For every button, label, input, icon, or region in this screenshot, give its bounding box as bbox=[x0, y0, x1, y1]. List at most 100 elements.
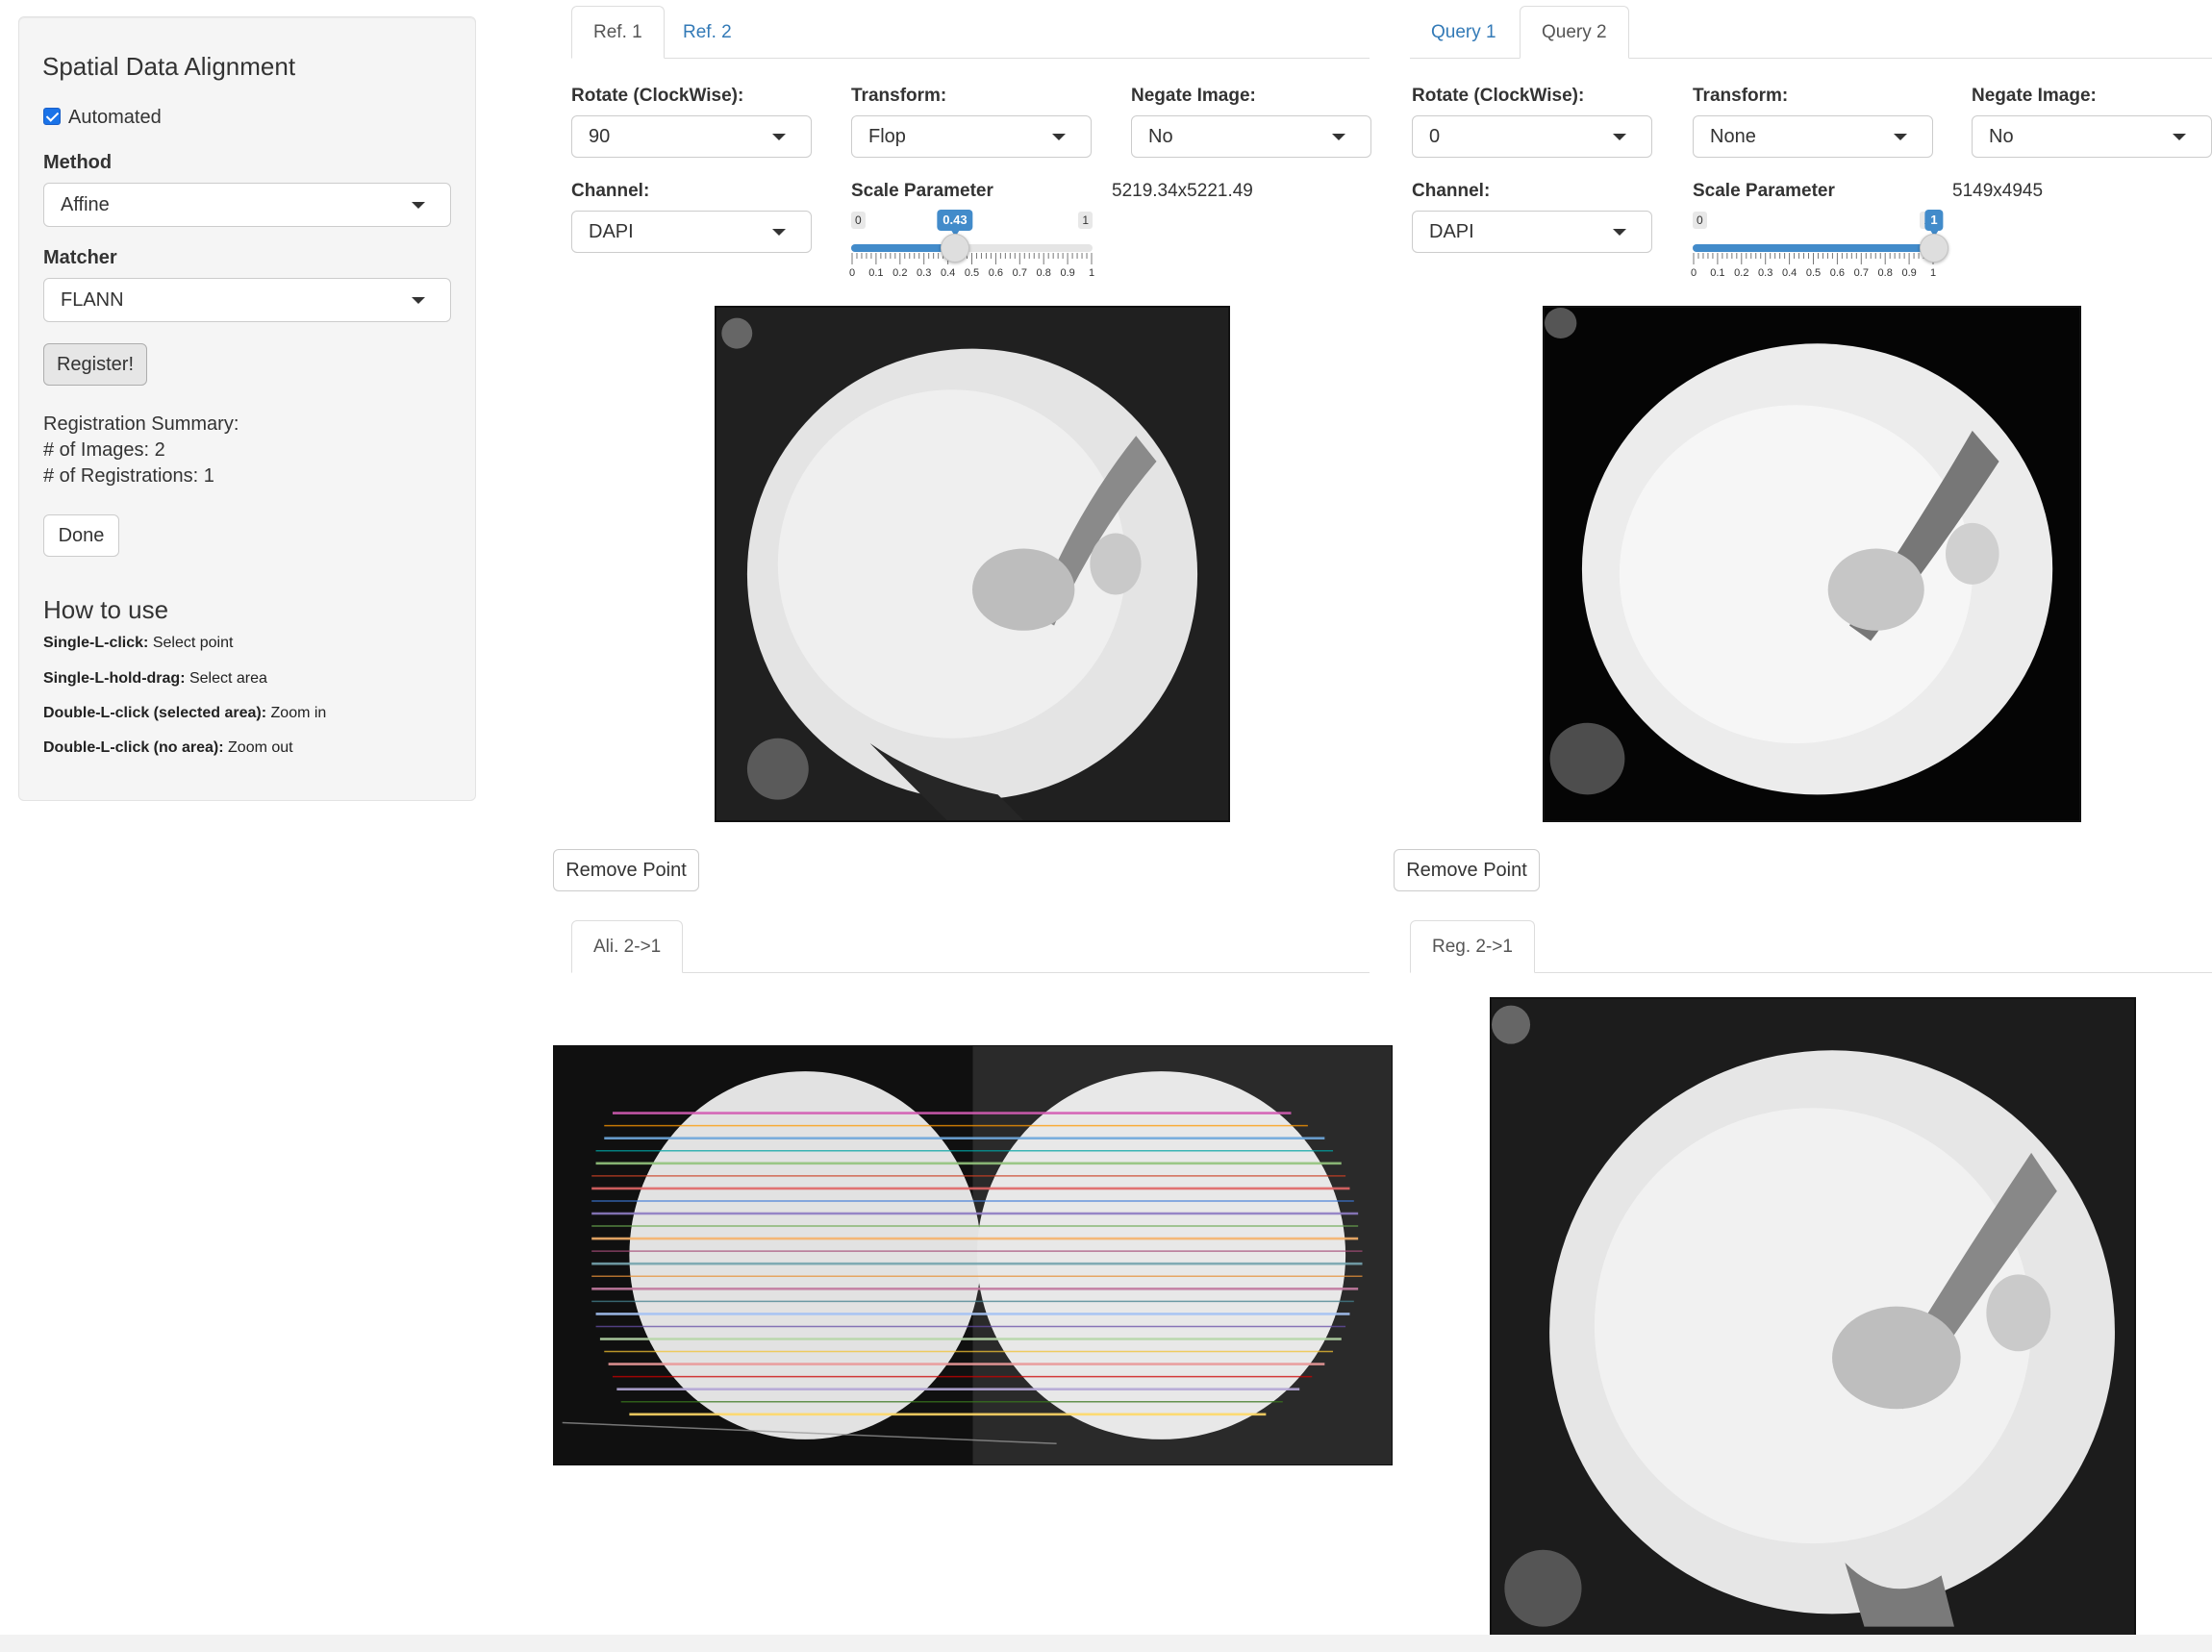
alignment-matches-image[interactable] bbox=[553, 1045, 1393, 1465]
ref-tissue-image[interactable] bbox=[715, 306, 1230, 822]
slider-grid-label: 0.1 bbox=[868, 267, 884, 279]
tab-registration[interactable]: Reg. 2->1 bbox=[1410, 920, 1535, 973]
ref-scale-label: Scale Parameter bbox=[851, 181, 993, 201]
app-title: Spatial Data Alignment bbox=[42, 52, 296, 81]
slider-grid-label: 0.2 bbox=[892, 267, 908, 279]
done-button[interactable]: Done bbox=[43, 514, 119, 557]
slider-min-label: 0 bbox=[851, 212, 866, 229]
chevron-down-icon bbox=[772, 134, 786, 140]
query-negate-value: No bbox=[1989, 125, 2014, 147]
ref-rotate-select[interactable]: 90 bbox=[571, 115, 812, 158]
slider-grid-label: 0.3 bbox=[1758, 267, 1773, 279]
chevron-down-icon bbox=[412, 297, 425, 304]
slider-grid-label: 0.9 bbox=[1060, 267, 1075, 279]
query-transform-label: Transform: bbox=[1693, 86, 1789, 106]
chevron-down-icon bbox=[1613, 229, 1626, 236]
chevron-down-icon bbox=[1052, 134, 1066, 140]
slider-grid-label: 0.2 bbox=[1734, 267, 1749, 279]
slider-grid-label: 1 bbox=[1088, 267, 1095, 279]
summary-registrations: # of Registrations: 1 bbox=[43, 465, 214, 487]
ref-rotate-label: Rotate (ClockWise): bbox=[571, 86, 744, 106]
tab-query-2[interactable]: Query 2 bbox=[1520, 6, 1629, 59]
query-tissue-image[interactable] bbox=[1543, 306, 2081, 822]
matcher-select[interactable]: FLANN bbox=[43, 278, 451, 322]
ref-negate-select[interactable]: No bbox=[1131, 115, 1371, 158]
slider-grid-label: 0.6 bbox=[1829, 267, 1846, 279]
slider-grid-label: 0.6 bbox=[988, 267, 1004, 279]
how-to-item: Double-L-click (selected area): Zoom in bbox=[43, 705, 327, 721]
method-select[interactable]: Affine bbox=[43, 183, 451, 227]
registered-tissue-image[interactable] bbox=[1490, 997, 2136, 1641]
query-tissue-graphic bbox=[1545, 308, 2079, 820]
slider-grid-label: 0.8 bbox=[1877, 267, 1893, 279]
query-channel-label: Channel: bbox=[1412, 181, 1491, 201]
slider-value-label: 1 bbox=[1924, 210, 1944, 237]
query-channel-select[interactable]: DAPI bbox=[1412, 211, 1652, 253]
query-rotate-label: Rotate (ClockWise): bbox=[1412, 86, 1585, 106]
query-scale-label: Scale Parameter bbox=[1693, 181, 1835, 201]
automated-label[interactable]: Automated bbox=[68, 107, 162, 129]
tab-alignment[interactable]: Ali. 2->1 bbox=[571, 920, 684, 973]
method-value: Affine bbox=[61, 193, 110, 215]
slider-grid-label: 0 bbox=[1690, 267, 1697, 279]
slider-grid-label: 0.7 bbox=[1853, 267, 1869, 279]
slider-grid-label: 0.8 bbox=[1036, 267, 1051, 279]
query-rotate-value: 0 bbox=[1429, 125, 1441, 147]
slider-grid-label: 0.3 bbox=[917, 267, 932, 279]
slider-grid-labels: 0 0.1 0.2 0.3 0.4 0.5 0.6 0.7 0.8 0.9 1 bbox=[1690, 267, 1937, 281]
ref-transform-select[interactable]: Flop bbox=[851, 115, 1092, 158]
query-negate-select[interactable]: No bbox=[1972, 115, 2212, 158]
slider-min-label: 0 bbox=[1693, 212, 1707, 229]
ref-channel-label: Channel: bbox=[571, 181, 650, 201]
slider-fill bbox=[1693, 244, 1934, 252]
query-channel-value: DAPI bbox=[1429, 220, 1474, 242]
ref-rotate-value: 90 bbox=[589, 125, 611, 147]
matcher-value: FLANN bbox=[61, 288, 124, 311]
chevron-down-icon bbox=[2173, 134, 2186, 140]
ref-dimensions: 5219.34x5221.49 bbox=[1112, 181, 1253, 201]
query-transform-select[interactable]: None bbox=[1693, 115, 1933, 158]
ref-remove-point-button[interactable]: Remove Point bbox=[553, 849, 699, 891]
slider-fill bbox=[851, 244, 955, 252]
query-rotate-select[interactable]: 0 bbox=[1412, 115, 1652, 158]
ref-channel-value: DAPI bbox=[589, 220, 634, 242]
ref-tissue-graphic bbox=[716, 308, 1228, 820]
slider-ticks bbox=[1693, 253, 1934, 264]
alignment-matches-graphic bbox=[554, 1046, 1392, 1464]
slider-grid-label: 0 bbox=[848, 267, 856, 279]
registration-summary: Registration Summary: # of Images: 2 # o… bbox=[43, 412, 239, 489]
register-button[interactable]: Register! bbox=[43, 343, 147, 386]
automated-checkbox[interactable] bbox=[43, 108, 61, 125]
how-to-item: Single-L-click: Select point bbox=[43, 635, 234, 651]
ref-scale-slider[interactable]: 0 1 0.43 0 0.1 0.2 0.3 0.4 0.5 0.6 0.7 0.8 0.9 1 bbox=[848, 210, 1095, 288]
ref-channel-select[interactable]: DAPI bbox=[571, 211, 812, 253]
query-scale-slider[interactable]: 0 1 1 0 0.1 0.2 0.3 0.4 0.5 0.6 0.7 0.8 0.9 1 bbox=[1690, 210, 1948, 288]
slider-handle[interactable] bbox=[940, 234, 969, 263]
page-bottom-edge bbox=[0, 1635, 2212, 1652]
tab-ref-1[interactable]: Ref. 1 bbox=[571, 6, 665, 59]
tab-query-1[interactable]: Query 1 bbox=[1410, 6, 1518, 59]
how-to-item: Double-L-click (no area): Zoom out bbox=[43, 739, 293, 756]
chevron-down-icon bbox=[1613, 134, 1626, 140]
chevron-down-icon bbox=[1332, 134, 1345, 140]
chevron-down-icon bbox=[772, 229, 786, 236]
slider-max-label: 1 bbox=[1078, 212, 1093, 229]
matcher-label: Matcher bbox=[43, 247, 117, 268]
slider-grid-label: 1 bbox=[1929, 267, 1937, 279]
slider-handle[interactable] bbox=[1920, 234, 1948, 263]
query-remove-point-button[interactable]: Remove Point bbox=[1394, 849, 1540, 891]
ref-transform-label: Transform: bbox=[851, 86, 947, 106]
registered-tissue-graphic bbox=[1492, 999, 2134, 1639]
chevron-down-icon bbox=[1894, 134, 1907, 140]
slider-grid-label: 0.5 bbox=[964, 267, 980, 279]
tab-ref-2[interactable]: Ref. 2 bbox=[662, 6, 753, 59]
how-to-item: Single-L-hold-drag: Select area bbox=[43, 670, 267, 687]
slider-grid-label: 0.1 bbox=[1710, 267, 1725, 279]
summary-heading: Registration Summary: bbox=[43, 413, 239, 435]
query-negate-label: Negate Image: bbox=[1972, 86, 2097, 106]
how-to-use-title: How to use bbox=[43, 595, 169, 624]
chevron-down-icon bbox=[412, 202, 425, 209]
slider-grid-label: 0.4 bbox=[940, 267, 956, 279]
summary-images: # of Images: 2 bbox=[43, 439, 165, 461]
slider-grid-label: 0.7 bbox=[1012, 267, 1027, 279]
